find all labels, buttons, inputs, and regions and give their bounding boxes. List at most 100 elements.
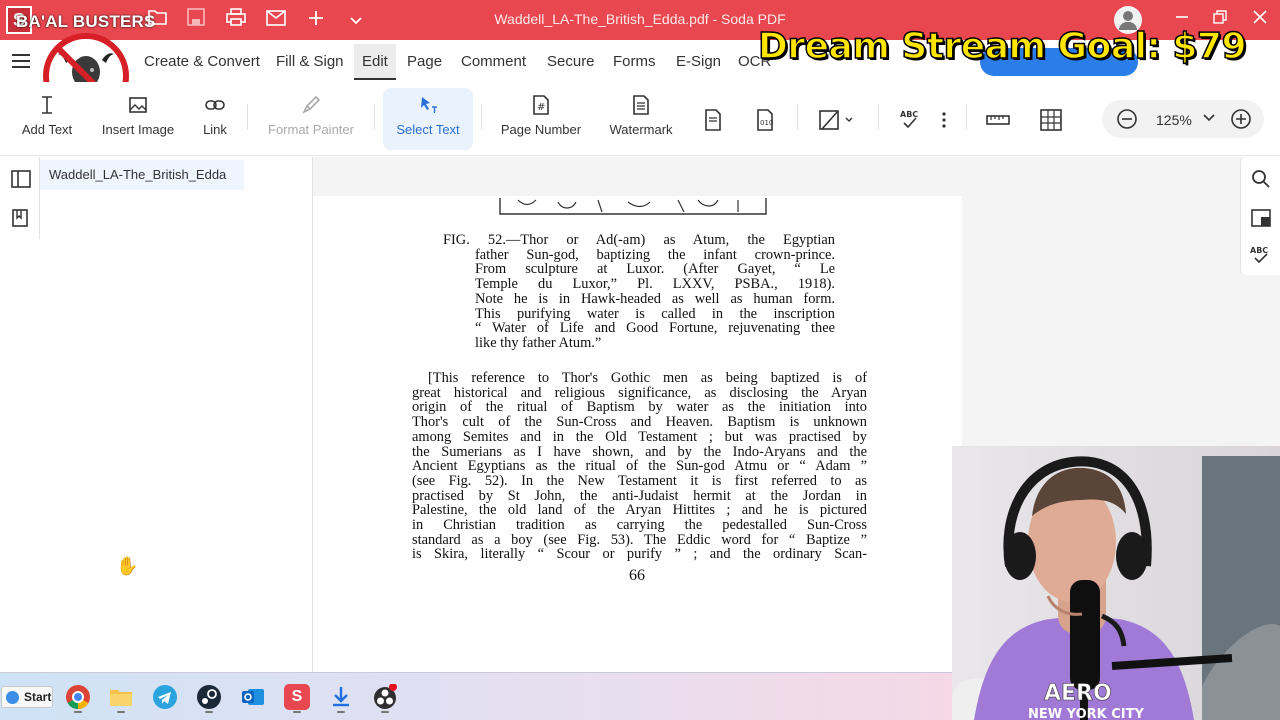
bookmark-icon[interactable] (12, 209, 28, 227)
select-cursor-icon (421, 97, 437, 113)
menu-fill-sign[interactable]: Fill & Sign (276, 53, 344, 70)
redact-dropdown-icon[interactable] (818, 108, 858, 132)
open-folder-icon[interactable] (146, 8, 170, 32)
close-icon[interactable] (1248, 8, 1272, 32)
soda-pdf-icon[interactable]: S (284, 684, 310, 710)
telegram-icon[interactable] (152, 684, 178, 710)
figure-caption: FIG. 52.—Thor or Ad(-am) as Atum, the Eg… (443, 233, 835, 351)
chevron-down-icon[interactable] (344, 8, 368, 32)
add-text-label: Add Text (21, 122, 73, 137)
body-line: Ancient Egyptians as the ritual of the S… (412, 458, 867, 475)
svg-text:AERO: AERO (1044, 681, 1112, 706)
menu-esign[interactable]: E-Sign (676, 53, 721, 70)
hand-cursor-icon: ✋ (116, 556, 139, 576)
right-rail: ABC (1240, 157, 1280, 275)
menu-edit[interactable]: Edit (354, 44, 396, 80)
more-options-icon[interactable] (934, 108, 954, 132)
svg-text:NEW YORK CITY: NEW YORK CITY (1028, 707, 1144, 720)
image-icon (129, 97, 147, 113)
page-number: 66 (629, 567, 645, 584)
document-tab[interactable]: Waddell_LA-The_British_Edda (40, 160, 244, 190)
chrome-icon[interactable] (65, 684, 91, 710)
body-line: [This reference to Thor's Gothic men as … (428, 370, 867, 386)
hamburger-menu-icon[interactable] (12, 54, 30, 68)
header-footer-icon[interactable] (701, 108, 725, 132)
save-icon[interactable] (184, 8, 208, 32)
body-line: (see Fig. 52). In the New Testament it i… (412, 472, 867, 489)
running-indicator (337, 711, 345, 713)
spell-check-icon[interactable]: ABC (898, 108, 924, 132)
format-painter-button[interactable]: Format Painter (262, 92, 360, 148)
toolbar-divider (797, 104, 798, 130)
toolbar-divider (878, 104, 879, 130)
svg-text:ABC: ABC (1250, 246, 1268, 255)
search-icon[interactable] (1251, 169, 1271, 189)
insert-image-label: Insert Image (101, 122, 175, 137)
left-side-panel (0, 157, 313, 672)
panel-view-icon[interactable] (1251, 209, 1271, 227)
select-text-button[interactable]: Select Text (383, 88, 473, 150)
caption-line: From sculpture at Luxor. (After Gayet, “… (475, 261, 835, 278)
menu-page[interactable]: Page (407, 53, 442, 70)
brush-icon (302, 95, 321, 114)
body-line: Thor's cult of the Sun-Cross and Heaven.… (412, 414, 867, 431)
zoom-in-icon[interactable] (1230, 108, 1252, 130)
page-number-button[interactable]: # Page Number (498, 92, 584, 148)
menu-forms[interactable]: Forms (613, 53, 656, 70)
grid-icon[interactable] (1039, 108, 1063, 132)
toolbar-divider (481, 104, 482, 130)
svg-text:#: # (537, 102, 545, 113)
zoom-control: 125% (1102, 100, 1264, 138)
left-rail (0, 157, 40, 239)
stream-goal-overlay: Dream Stream Goal: $79 (757, 25, 1247, 68)
start-button[interactable]: Start (1, 686, 53, 708)
chevron-down-icon[interactable] (1202, 113, 1216, 123)
add-text-button[interactable]: Add Text (16, 92, 78, 148)
link-button[interactable]: Link (194, 92, 236, 148)
running-indicator (205, 711, 213, 713)
zoom-out-icon[interactable] (1116, 108, 1138, 130)
streamer-webcam-overlay: AERO NEW YORK CITY (952, 446, 1280, 720)
caption-line: “ Water of Life and Good Fortune, rejuve… (475, 320, 835, 337)
text-cursor-icon (42, 96, 52, 114)
ruler-icon[interactable] (986, 108, 1010, 132)
bates-numbering-icon[interactable]: 010 (753, 108, 777, 132)
body-line: among Semites and in the Old Testament ;… (412, 428, 867, 445)
download-icon[interactable] (328, 684, 354, 710)
toolbar-divider (247, 104, 248, 130)
menu-comment[interactable]: Comment (461, 53, 526, 70)
toolbar-divider (374, 104, 375, 130)
caption-line: FIG. 52.—Thor or Ad(-am) as Atum, the Eg… (443, 232, 835, 248)
body-line: is Skira, literally “ Scour or purify ” … (412, 546, 867, 563)
link-label: Link (203, 122, 227, 137)
zoom-value[interactable]: 125% (1156, 112, 1192, 128)
figure-52-illustration-fragment (498, 196, 768, 218)
outlook-icon[interactable] (240, 684, 266, 710)
panel-toggle-icon[interactable] (11, 170, 31, 188)
menu-secure[interactable]: Secure (547, 53, 595, 70)
caption-line: Temple du Luxor,” Pl. LXXV, PSBA., 1918)… (475, 276, 835, 293)
body-paragraph: [This reference to Thor's Gothic men as … (412, 371, 867, 562)
new-document-icon[interactable] (304, 8, 328, 32)
mail-icon[interactable] (264, 8, 288, 32)
print-icon[interactable] (224, 8, 248, 32)
obs-icon[interactable] (372, 683, 398, 710)
caption-line: like thy father Atum.” (475, 334, 602, 351)
steam-icon[interactable] (196, 684, 222, 710)
toolbar-divider (966, 104, 967, 130)
running-indicator (117, 711, 125, 713)
page-number-label: Page Number (500, 122, 582, 137)
watermark-label: Watermark (609, 122, 673, 137)
menu-create-convert[interactable]: Create & Convert (144, 53, 260, 70)
caption-line: Note he is in Hawk-headed as well as hum… (475, 290, 835, 307)
file-explorer-icon[interactable] (108, 684, 134, 710)
page-number-icon: # (533, 95, 549, 115)
running-indicator (74, 711, 82, 713)
insert-image-button[interactable]: Insert Image (98, 92, 178, 148)
body-line: Palestine, the old land of the Aryan Hit… (412, 502, 867, 519)
body-line: in Christian tradition as carrying the p… (412, 517, 867, 534)
watermark-button[interactable]: Watermark (606, 92, 676, 148)
stream-overlay-title: BA'AL BUSTERS (16, 12, 156, 31)
spell-check-icon[interactable]: ABC (1249, 245, 1273, 267)
running-indicator (293, 711, 301, 713)
